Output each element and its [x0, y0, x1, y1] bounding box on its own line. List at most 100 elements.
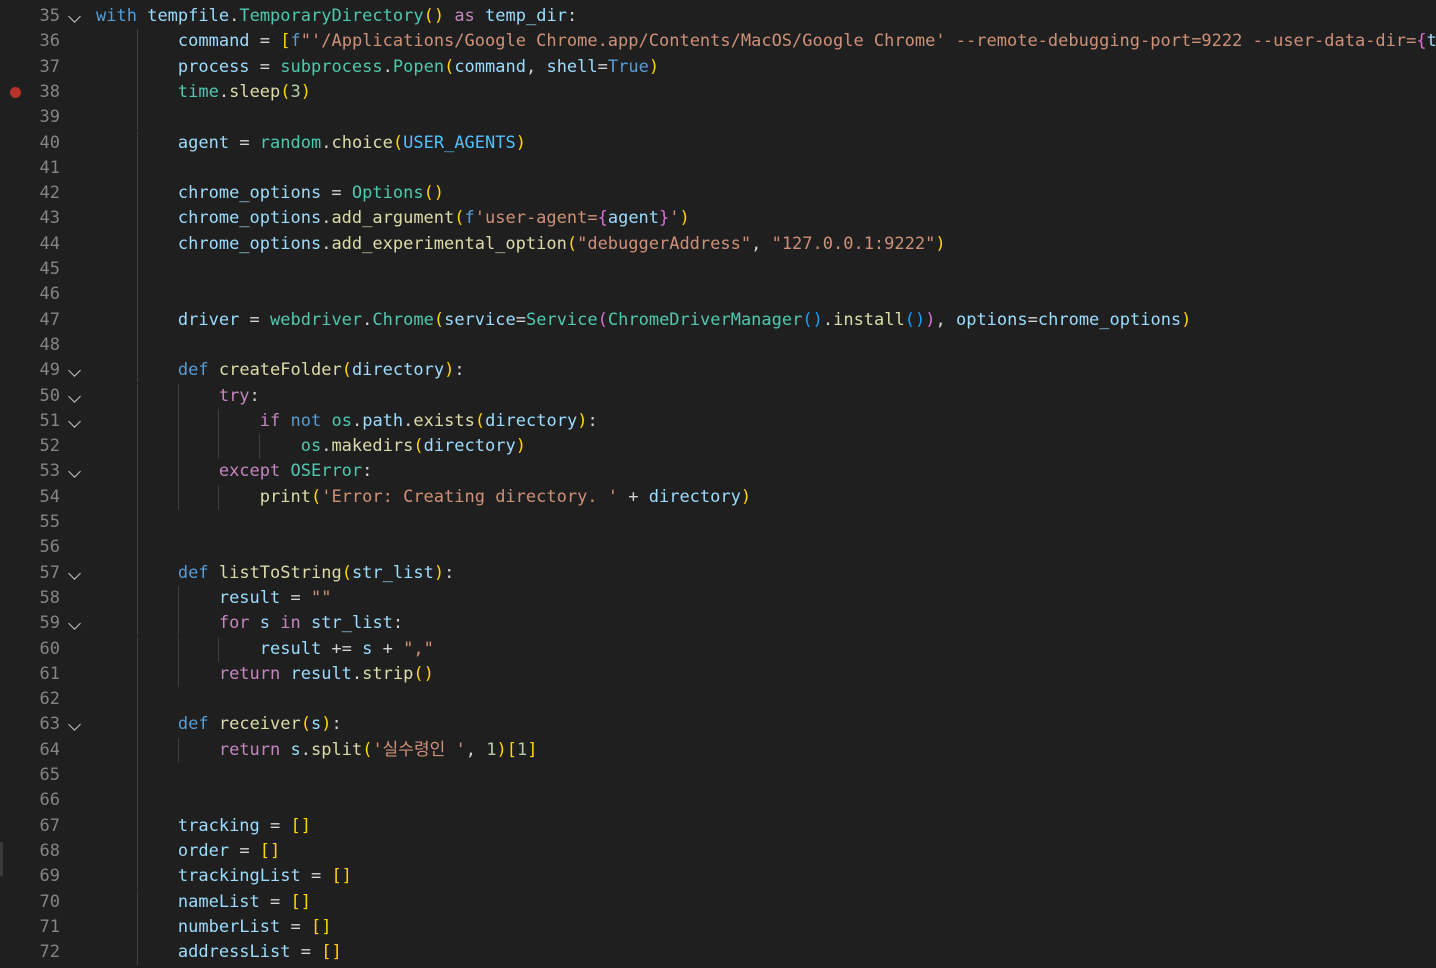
code-text: trackingList = []	[96, 864, 352, 889]
code-line[interactable]: 56	[0, 535, 1436, 561]
line-gutter[interactable]: 71	[0, 915, 96, 940]
code-line[interactable]: 49 def createFolder(directory):	[0, 358, 1436, 384]
code-token: exists	[413, 410, 475, 431]
code-line[interactable]: 43 chrome_options.add_argument(f'user-ag…	[0, 206, 1436, 232]
code-line[interactable]: 54 print('Error: Creating directory. ' +…	[0, 484, 1436, 510]
line-gutter[interactable]: 68	[0, 839, 96, 864]
code-line[interactable]: 39	[0, 105, 1436, 131]
fold-chevron-down-icon[interactable]	[70, 611, 79, 636]
code-line[interactable]: 46	[0, 282, 1436, 308]
code-line[interactable]: 57 def listToString(str_list):	[0, 560, 1436, 586]
line-gutter[interactable]: 37	[0, 55, 96, 80]
code-line[interactable]: 66	[0, 788, 1436, 814]
line-gutter[interactable]: 65	[0, 763, 96, 788]
line-gutter[interactable]: 70	[0, 890, 96, 915]
line-gutter[interactable]: 54	[0, 485, 96, 510]
code-token: chrome_options	[177, 233, 322, 254]
line-gutter[interactable]: 55	[0, 510, 96, 535]
line-gutter[interactable]: 38	[0, 80, 96, 105]
code-text: process = subprocess.Popen(command, shel…	[96, 55, 659, 80]
code-token: .	[229, 6, 240, 26]
fold-chevron-down-icon[interactable]	[70, 409, 79, 434]
code-line[interactable]: 53 except OSError:	[0, 459, 1436, 485]
line-gutter[interactable]: 60	[0, 637, 96, 662]
code-line[interactable]: 60 result += s + ","	[0, 636, 1436, 662]
line-gutter[interactable]: 35	[0, 4, 96, 29]
line-gutter[interactable]: 43	[0, 206, 96, 231]
fold-chevron-down-icon[interactable]	[70, 358, 79, 383]
code-token: listToString	[218, 562, 342, 583]
line-gutter[interactable]: 66	[0, 788, 96, 813]
code-line[interactable]: 64 return s.split('실수령인 ', 1)[1]	[0, 737, 1436, 763]
line-gutter[interactable]: 42	[0, 181, 96, 206]
code-line[interactable]: 71 numberList = []	[0, 914, 1436, 941]
code-line[interactable]: 40 agent = random.choice(USER_AGENTS)	[0, 130, 1436, 156]
code-line[interactable]: 45	[0, 257, 1436, 283]
code-line[interactable]: 72 addressList = []	[0, 940, 1436, 966]
code-line[interactable]: 63 def receiver(s):	[0, 712, 1436, 738]
line-gutter[interactable]: 59	[0, 611, 96, 636]
code-line[interactable]: 55	[0, 510, 1436, 536]
code-line[interactable]: 41	[0, 155, 1436, 182]
code-line[interactable]: 51 if not os.path.exists(directory):	[0, 408, 1436, 435]
fold-chevron-down-icon[interactable]	[70, 459, 79, 484]
line-gutter[interactable]: 49	[0, 358, 96, 383]
code-line[interactable]: 35 with tempfile.TemporaryDirectory() as …	[0, 4, 1436, 29]
code-token: :	[392, 613, 404, 634]
line-number: 65	[39, 765, 60, 785]
fold-chevron-down-icon[interactable]	[70, 384, 79, 409]
breakpoint-dot-icon[interactable]	[10, 86, 21, 98]
code-line[interactable]: 52 os.makedirs(directory)	[0, 434, 1436, 460]
line-gutter[interactable]: 41	[0, 156, 96, 181]
code-line[interactable]: 65	[0, 763, 1436, 789]
code-line[interactable]: 68 order = []	[0, 838, 1436, 865]
code-token: USER_AGENTS	[403, 132, 516, 153]
line-gutter[interactable]: 46	[0, 282, 96, 307]
code-line[interactable]: 67 tracking = []	[0, 813, 1436, 839]
code-line[interactable]: 37 process = subprocess.Popen(command, s…	[0, 54, 1436, 80]
code-line[interactable]: 61 return result.strip()	[0, 661, 1436, 688]
line-gutter[interactable]: 62	[0, 687, 96, 712]
line-gutter[interactable]: 47	[0, 308, 96, 333]
line-gutter[interactable]: 64	[0, 738, 96, 763]
code-line[interactable]: 59 for s in str_list:	[0, 611, 1436, 637]
line-number: 69	[39, 866, 60, 887]
fold-chevron-down-icon[interactable]	[70, 4, 79, 29]
line-gutter[interactable]: 50	[0, 384, 96, 409]
line-gutter[interactable]: 53	[0, 459, 96, 484]
line-gutter[interactable]: 67	[0, 814, 96, 839]
code-line[interactable]: 58 result = ""	[0, 585, 1436, 612]
line-gutter[interactable]: 72	[0, 940, 96, 965]
code-token: TemporaryDirectory	[239, 6, 424, 26]
line-gutter[interactable]: 45	[0, 257, 96, 282]
code-line[interactable]: 48	[0, 332, 1436, 359]
code-line[interactable]: 47 driver = webdriver.Chrome(service=Ser…	[0, 307, 1436, 333]
code-editor[interactable]: 35 with tempfile.TemporaryDirectory() as …	[0, 0, 1436, 968]
fold-chevron-down-icon[interactable]	[70, 561, 79, 586]
fold-chevron-down-icon[interactable]	[70, 712, 79, 737]
line-gutter[interactable]: 48	[0, 333, 96, 358]
line-gutter[interactable]: 61	[0, 662, 96, 687]
code-line[interactable]: 36 command = [f"'/Applications/Google Ch…	[0, 29, 1436, 55]
code-line[interactable]: 50 try:	[0, 383, 1436, 409]
code-token: subprocess	[280, 56, 383, 77]
code-line[interactable]: 62	[0, 687, 1436, 713]
code-line[interactable]: 42 chrome_options = Options()	[0, 181, 1436, 207]
line-gutter[interactable]: 36	[0, 29, 96, 54]
line-gutter[interactable]: 44	[0, 232, 96, 257]
line-gutter[interactable]: 56	[0, 535, 96, 560]
line-gutter[interactable]: 51	[0, 409, 96, 434]
line-number: 53	[39, 461, 60, 482]
line-gutter[interactable]: 58	[0, 586, 96, 611]
line-gutter[interactable]: 69	[0, 864, 96, 889]
code-line[interactable]: 70 nameList = []	[0, 889, 1436, 915]
line-gutter[interactable]: 52	[0, 434, 96, 459]
code-line[interactable]: 69 trackingList = []	[0, 864, 1436, 890]
line-gutter[interactable]: 40	[0, 131, 96, 156]
line-gutter[interactable]: 57	[0, 561, 96, 586]
code-line[interactable]: 38 time.sleep(3)	[0, 79, 1436, 106]
line-gutter[interactable]: 39	[0, 105, 96, 130]
line-gutter[interactable]: 63	[0, 712, 96, 737]
code-line[interactable]: 44 chrome_options.add_experimental_optio…	[0, 231, 1436, 257]
